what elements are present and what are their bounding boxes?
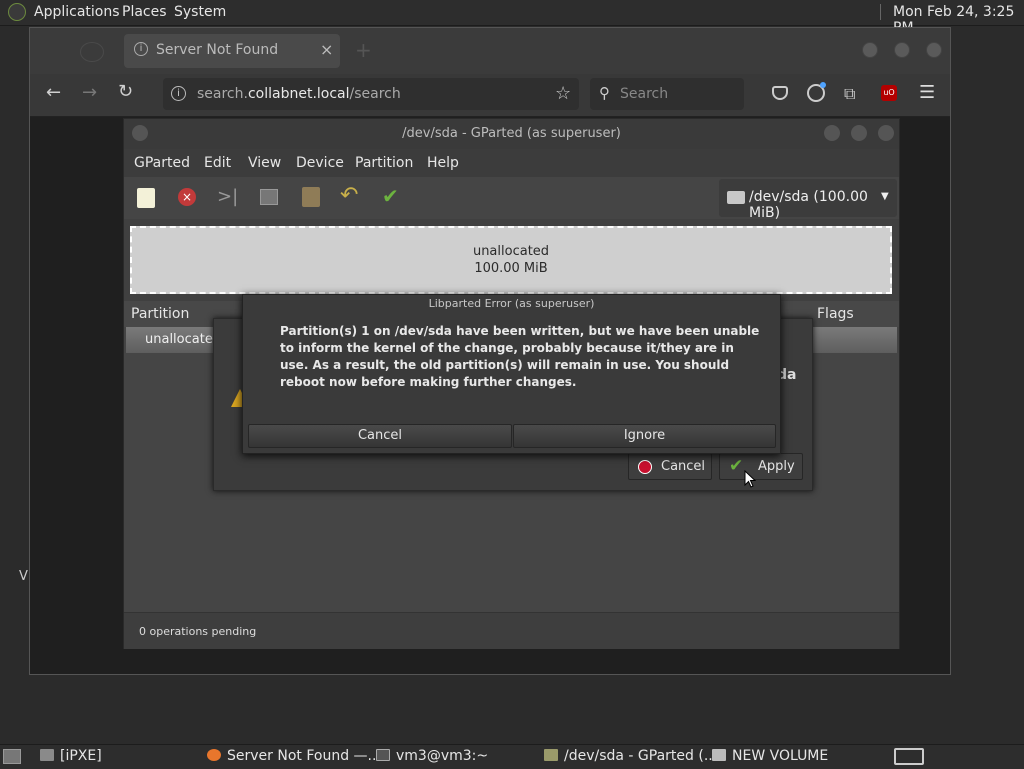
taskbar-item-label: NEW VOLUME <box>732 748 829 764</box>
window-title: /dev/sda - GParted (as superuser) <box>402 126 621 141</box>
delete-partition-icon[interactable]: × <box>178 188 196 206</box>
ignore-button[interactable]: Ignore <box>513 424 776 448</box>
tab-info-icon: i <box>134 42 148 56</box>
confirm-cancel-label: Cancel <box>661 459 706 474</box>
menu-edit[interactable]: Edit <box>204 155 231 171</box>
reload-icon[interactable]: ↻ <box>118 81 133 102</box>
graph-partition-size: 100.00 MiB <box>474 261 548 276</box>
menu-applications[interactable]: Applications <box>34 4 120 20</box>
taskbar-item-terminal[interactable]: vm3@vm3:~ <box>376 748 488 764</box>
taskbar-item-label: vm3@vm3:~ <box>396 748 489 764</box>
extensions-icon[interactable]: ⧉ <box>844 84 855 104</box>
apply-label: Apply <box>758 459 795 474</box>
window-close-icon[interactable] <box>926 42 942 58</box>
search-icon: ⚲ <box>599 84 610 102</box>
forward-icon[interactable]: → <box>82 82 97 103</box>
window-menu-icon[interactable] <box>132 125 148 141</box>
libparted-error-dialog: Libparted Error (as superuser) Partition… <box>242 294 781 454</box>
new-tab-icon[interactable]: + <box>355 38 372 62</box>
taskbar-item-label: Server Not Found —... <box>227 748 381 764</box>
menu-places[interactable]: Places <box>122 4 167 20</box>
menu-partition[interactable]: Partition <box>355 155 413 171</box>
mouse-pointer-icon <box>744 470 756 488</box>
taskbar: [iPXE] Server Not Found —... vm3@vm3:~ /… <box>0 744 1024 769</box>
apply-check-icon: ✔ <box>729 456 744 476</box>
window-maximize-icon[interactable] <box>894 42 910 58</box>
gparted-close-icon[interactable] <box>878 125 894 141</box>
url-bar[interactable]: i search.collabnet.local/search ☆ <box>163 78 579 110</box>
terminal-icon <box>376 749 390 761</box>
menu-help[interactable]: Help <box>427 155 459 171</box>
tab-server-not-found[interactable]: i Server Not Found × <box>124 34 340 68</box>
gparted-minimize-icon[interactable] <box>824 125 840 141</box>
desktop-icon-label: V <box>19 569 28 584</box>
gparted-menubar: GParted Edit View Device Partition Help <box>124 149 899 177</box>
tab-title: Server Not Found <box>156 42 279 58</box>
pocket-icon[interactable] <box>772 86 788 100</box>
panel-separator <box>880 4 881 20</box>
cancel-icon <box>638 460 652 474</box>
taskbar-item-firefox[interactable]: Server Not Found —... <box>207 748 381 764</box>
copy-icon[interactable] <box>260 189 278 205</box>
graph-partition-label: unallocated <box>472 244 550 259</box>
firefox-icon <box>207 749 221 761</box>
row-partition-name: unallocated <box>145 332 222 347</box>
taskbar-item-label: /dev/sda - GParted (... <box>564 748 718 764</box>
partition-graph[interactable]: unallocated 100.00 MiB <box>130 226 892 294</box>
resize-move-icon[interactable]: >| <box>217 186 238 207</box>
show-desktop-icon[interactable] <box>3 749 21 764</box>
firefox-tabbar: i Server Not Found × + <box>30 28 950 74</box>
menu-gparted[interactable]: GParted <box>134 155 190 171</box>
search-bar[interactable]: ⚲ Search <box>590 78 744 110</box>
menu-view[interactable]: View <box>248 155 281 171</box>
url-path: /search <box>349 86 401 102</box>
apply-all-icon[interactable]: ✔ <box>382 184 399 208</box>
menu-hamburger-icon[interactable]: ☰ <box>919 82 935 103</box>
error-cancel-button[interactable]: Cancel <box>248 424 512 448</box>
dialog-icon <box>712 749 726 761</box>
chevron-down-icon: ▼ <box>881 191 889 202</box>
taskbar-item-ipxe[interactable]: [iPXE] <box>40 748 102 764</box>
statusbar: 0 operations pending <box>124 612 899 649</box>
gparted-toolbar: × >| ↶ ✔ /dev/sda (100.00 MiB) ▼ <box>124 177 899 221</box>
undo-icon[interactable]: ↶ <box>340 183 358 208</box>
device-selector[interactable]: /dev/sda (100.00 MiB) ▼ <box>719 179 897 221</box>
confirm-cancel-button[interactable]: Cancel <box>628 453 712 480</box>
folder-icon <box>40 749 54 761</box>
workspace-switcher-icon[interactable] <box>894 748 924 765</box>
window-minimize-icon[interactable] <box>862 42 878 58</box>
device-selector-label: /dev/sda (100.00 MiB) <box>749 189 868 221</box>
ublock-icon[interactable]: uO <box>881 85 897 101</box>
search-placeholder: Search <box>620 86 669 102</box>
back-icon[interactable]: ← <box>46 82 61 103</box>
apply-button[interactable]: ✔ Apply <box>719 453 803 480</box>
operations-pending: 0 operations pending <box>139 625 257 638</box>
gparted-titlebar: /dev/sda - GParted (as superuser) <box>124 119 899 149</box>
menu-system[interactable]: System <box>174 4 226 20</box>
taskbar-item-label: [iPXE] <box>60 748 102 764</box>
gparted-icon <box>544 749 558 761</box>
error-dialog-title: Libparted Error (as superuser) <box>428 297 595 310</box>
paste-icon[interactable] <box>302 187 320 207</box>
error-message: Partition(s) 1 on /dev/sda have been wri… <box>280 324 760 389</box>
tab-close-icon[interactable]: × <box>320 40 333 59</box>
new-partition-icon[interactable] <box>137 188 155 208</box>
harddisk-icon <box>727 191 745 204</box>
menu-device[interactable]: Device <box>296 155 344 171</box>
column-header-flags[interactable]: Flags <box>817 306 854 322</box>
firefox-view-icon[interactable] <box>80 42 104 62</box>
column-header-partition[interactable]: Partition <box>131 306 189 322</box>
gparted-maximize-icon[interactable] <box>851 125 867 141</box>
url-host-prefix: search. <box>197 86 248 102</box>
firefox-navbar: ← → ↻ i search.collabnet.local/search ☆ … <box>30 74 950 117</box>
distro-logo-icon[interactable] <box>8 3 26 21</box>
account-badge-icon <box>820 82 826 88</box>
site-info-icon[interactable]: i <box>171 86 186 101</box>
taskbar-item-new-volume[interactable]: NEW VOLUME <box>712 748 828 764</box>
taskbar-item-gparted[interactable]: /dev/sda - GParted (... <box>544 748 717 764</box>
top-panel: Applications Places System Mon Feb 24, 3… <box>0 0 1024 36</box>
bookmark-star-icon[interactable]: ☆ <box>555 83 571 104</box>
url-domain: collabnet.local <box>247 86 350 102</box>
